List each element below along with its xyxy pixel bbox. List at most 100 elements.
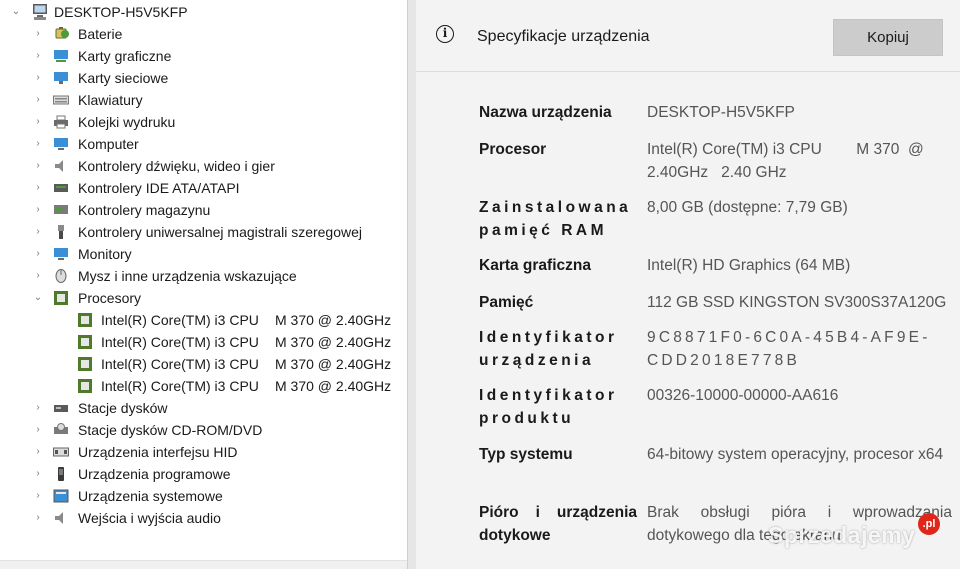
- spec-label-storage: Pamięć: [479, 294, 534, 311]
- keyboard-icon: [53, 95, 69, 105]
- processor-name: Intel(R) Core(TM) i3 CPU: [101, 334, 259, 350]
- tree-item-processor[interactable]: Intel(R) Core(TM) i3 CPU M 370 @ 2.40GHz: [0, 353, 407, 375]
- chevron-right-icon[interactable]: ›: [31, 155, 45, 177]
- processor-name: Intel(R) Core(TM) i3 CPU: [101, 378, 259, 394]
- chevron-right-icon[interactable]: ›: [31, 199, 45, 221]
- chevron-right-icon[interactable]: ›: [31, 45, 45, 67]
- spec-value-ram[interactable]: 8,00 GB (dostępne: 7,79 GB): [647, 196, 952, 219]
- tree-item-baterie[interactable]: › Baterie: [0, 23, 407, 45]
- tree-item-label: Urządzenia programowe: [78, 466, 231, 482]
- spec-label-ram: Zainstalowana pamięć RAM: [479, 199, 632, 239]
- spec-label-device-id: Identyfikator urządzenia: [479, 329, 618, 369]
- speaker-icon: [55, 160, 63, 172]
- processor-icon: [54, 291, 68, 305]
- watermark-text: Sprzedajemy: [768, 522, 916, 548]
- spec-value-graphics[interactable]: Intel(R) HD Graphics (64 MB): [647, 254, 952, 277]
- tree-item-label: Monitory: [78, 246, 132, 262]
- device-tree-pane: ⌄ DESKTOP-H5V5KFP › Baterie › Karty graf…: [0, 0, 407, 569]
- tree-item-komputer[interactable]: › Komputer: [0, 133, 407, 155]
- system-device-icon: [53, 489, 69, 503]
- cdrom-icon: [54, 423, 68, 434]
- spec-value-storage[interactable]: 112 GB SSD KINGSTON SV300S37A120G: [647, 291, 952, 314]
- chevron-right-icon[interactable]: ›: [31, 221, 45, 243]
- tree-item-label: Kolejki wydruku: [78, 114, 176, 130]
- chevron-right-icon[interactable]: ›: [31, 485, 45, 507]
- tree-item-label: Karty graficzne: [78, 48, 172, 64]
- watermark-badge: .pl: [918, 513, 940, 535]
- tree-item-label: Kontrolery magazynu: [78, 202, 211, 218]
- tree-item-processor[interactable]: Intel(R) Core(TM) i3 CPU M 370 @ 2.40GHz: [0, 331, 407, 353]
- chevron-right-icon[interactable]: ›: [31, 507, 45, 529]
- tree-item-audio-io[interactable]: › Wejścia i wyjścia audio: [0, 507, 407, 529]
- chevron-right-icon[interactable]: ›: [31, 243, 45, 265]
- chevron-right-icon[interactable]: ›: [31, 177, 45, 199]
- chevron-right-icon[interactable]: ›: [31, 265, 45, 287]
- chevron-right-icon[interactable]: ›: [31, 441, 45, 463]
- tree-item-urzadzenia-systemowe[interactable]: › Urządzenia systemowe: [0, 485, 407, 507]
- audio-io-icon: [55, 512, 63, 524]
- tree-item-label: Klawiatury: [78, 92, 143, 108]
- printer-icon: [54, 115, 68, 129]
- chevron-right-icon[interactable]: ›: [31, 397, 45, 419]
- tree-item-label: Kontrolery uniwersalnej magistrali szere…: [78, 224, 363, 240]
- spec-title: Specyfikacje urządzenia: [477, 28, 650, 45]
- tree-item-kontrolery-ide[interactable]: › Kontrolery IDE ATA/ATAPI: [0, 177, 407, 199]
- hid-icon: [53, 447, 69, 457]
- monitor-icon: [54, 248, 68, 260]
- spec-value-device-id[interactable]: 9C8871F0-6C0A-45B4-AF9E- CDD2018E778B: [647, 326, 952, 372]
- tree-item-processor[interactable]: Intel(R) Core(TM) i3 CPU M 370 @ 2.40GHz: [0, 375, 407, 397]
- processor-name: Intel(R) Core(TM) i3 CPU: [101, 312, 259, 328]
- chevron-down-icon[interactable]: ⌄: [9, 1, 23, 23]
- tree-item-procesory[interactable]: ⌄ Procesory: [0, 287, 407, 309]
- spec-label-device-name: Nazwa urządzenia: [479, 104, 612, 121]
- spec-value-processor[interactable]: Intel(R) Core(TM) i3 CPU M 370 @ 2.40GHz…: [647, 138, 952, 184]
- processor-icon: [78, 335, 92, 349]
- processor-icon: [78, 357, 92, 371]
- tree-item-label: Stacje dysków CD-ROM/DVD: [78, 422, 263, 438]
- spec-label-system-type: Typ systemu: [479, 446, 573, 463]
- chevron-right-icon[interactable]: ›: [31, 463, 45, 485]
- processor-frequency: M 370 @ 2.40GHz: [275, 378, 392, 394]
- horizontal-scrollbar[interactable]: [0, 560, 407, 569]
- tree-item-monitory[interactable]: › Monitory: [0, 243, 407, 265]
- processor-name: Intel(R) Core(TM) i3 CPU: [101, 356, 259, 372]
- tree-item-cdrom[interactable]: › Stacje dysków CD-ROM/DVD: [0, 419, 407, 441]
- tree-item-karty-sieciowe[interactable]: › Karty sieciowe: [0, 67, 407, 89]
- tree-item-mysz[interactable]: › Mysz i inne urządzenia wskazujące: [0, 265, 407, 287]
- tree-item-kontrolery-magazynu[interactable]: › Kontrolery magazynu: [0, 199, 407, 221]
- chevron-down-icon[interactable]: ⌄: [31, 287, 45, 309]
- tree-item-kontrolery-dzwieku[interactable]: › Kontrolery dźwięku, wideo i gier: [0, 155, 407, 177]
- chevron-right-icon[interactable]: ›: [31, 111, 45, 133]
- tree-item-klawiatury[interactable]: › Klawiatury: [0, 89, 407, 111]
- processor-icon: [78, 379, 92, 393]
- spec-label-processor: Procesor: [479, 141, 547, 158]
- chevron-right-icon[interactable]: ›: [31, 133, 45, 155]
- copy-button[interactable]: Kopiuj: [833, 19, 943, 56]
- tree-item-label: Kontrolery dźwięku, wideo i gier: [78, 158, 275, 174]
- battery-icon: [55, 27, 69, 39]
- chevron-right-icon[interactable]: ›: [31, 89, 45, 111]
- computer-root-icon: [33, 4, 47, 20]
- chevron-right-icon[interactable]: ›: [31, 67, 45, 89]
- tree-item-karty-graficzne[interactable]: › Karty graficzne: [0, 45, 407, 67]
- tree-item-stacje-dyskow[interactable]: › Stacje dysków: [0, 397, 407, 419]
- tree-item-kolejki-wydruku[interactable]: › Kolejki wydruku: [0, 111, 407, 133]
- chevron-right-icon[interactable]: ›: [31, 419, 45, 441]
- tree-item-hid[interactable]: › Urządzenia interfejsu HID: [0, 441, 407, 463]
- spec-list: Nazwa urządzenia DESKTOP-H5V5KFP Proceso…: [416, 72, 960, 569]
- spec-value-device-name[interactable]: DESKTOP-H5V5KFP: [647, 101, 952, 124]
- computer-icon: [54, 138, 68, 150]
- spec-value-product-id[interactable]: 00326-10000-00000-AA616: [647, 384, 952, 407]
- tree-item-label: Karty sieciowe: [78, 70, 169, 86]
- tree-item-label: Mysz i inne urządzenia wskazujące: [78, 268, 297, 284]
- tree-root[interactable]: ⌄ DESKTOP-H5V5KFP: [0, 1, 407, 23]
- tree-item-kontrolery-usb[interactable]: › Kontrolery uniwersalnej magistrali sze…: [0, 221, 407, 243]
- ide-controller-icon: [54, 184, 68, 192]
- network-adapter-icon: [54, 72, 68, 84]
- mouse-icon: [55, 269, 67, 283]
- tree-item-label: Baterie: [78, 26, 123, 42]
- spec-value-system-type[interactable]: 64-bitowy system operacyjny, procesor x6…: [647, 443, 952, 466]
- tree-item-urzadzenia-programowe[interactable]: › Urządzenia programowe: [0, 463, 407, 485]
- tree-item-processor[interactable]: Intel(R) Core(TM) i3 CPU M 370 @ 2.40GHz: [0, 309, 407, 331]
- chevron-right-icon[interactable]: ›: [31, 23, 45, 45]
